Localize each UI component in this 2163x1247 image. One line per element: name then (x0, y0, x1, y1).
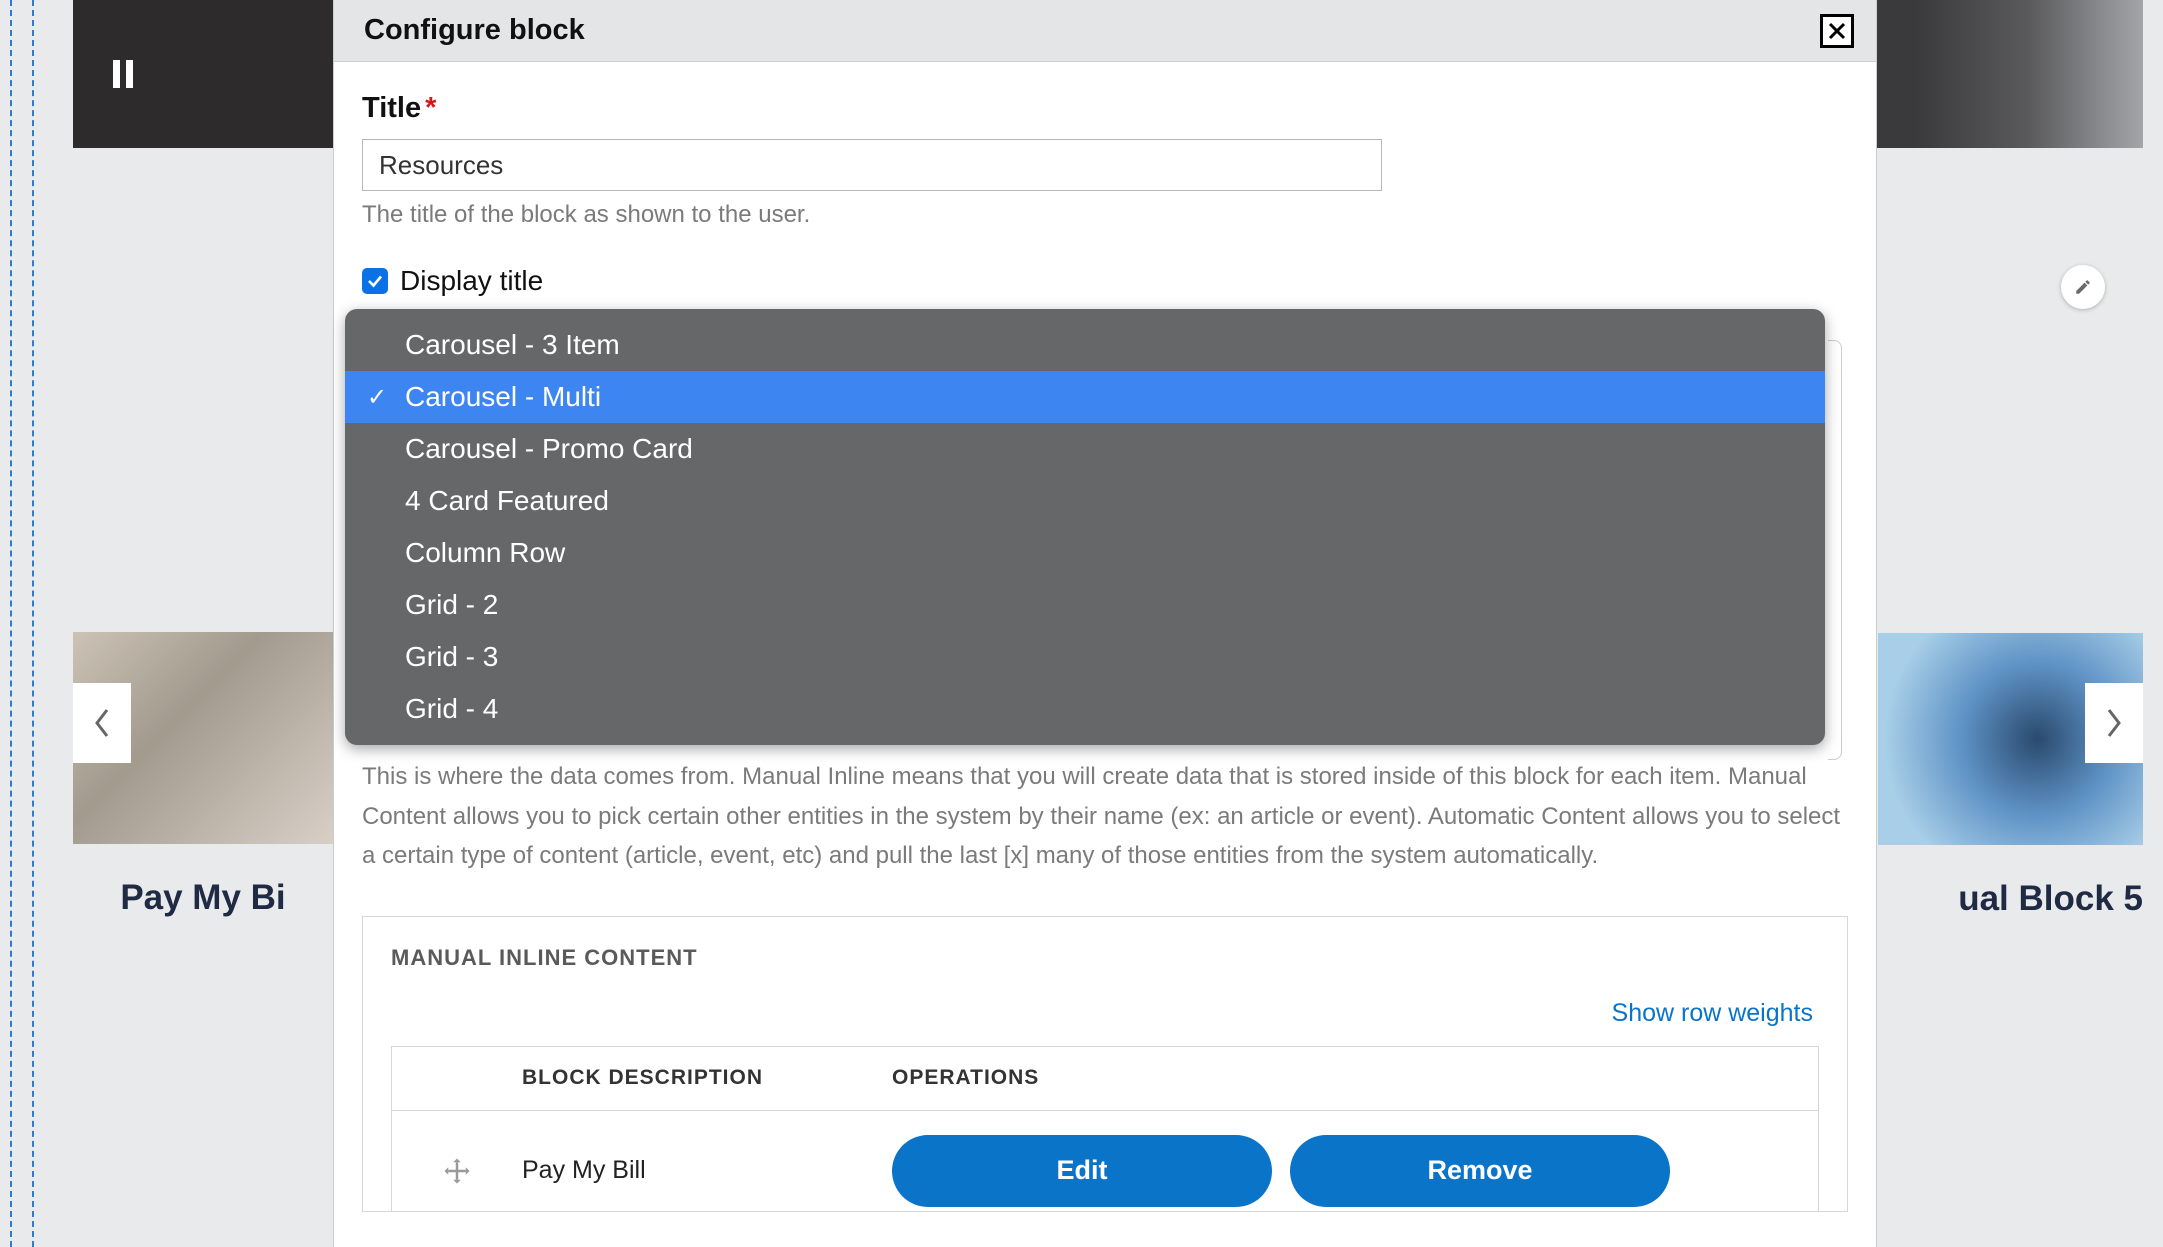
carousel-prev-button[interactable] (73, 683, 131, 763)
table-row: Pay My Bill Edit Remove (392, 1111, 1818, 1211)
data-source-help-text: This is where the data comes from. Manua… (362, 757, 1848, 876)
card-title: ual Block 5 (1878, 879, 2143, 919)
display-title-checkbox[interactable] (362, 268, 388, 294)
carousel-next-button[interactable] (2085, 683, 2143, 763)
dropdown-option[interactable]: 4 Card Featured (345, 475, 1825, 527)
chevron-right-icon (2105, 708, 2123, 738)
title-label: Title (362, 92, 421, 124)
bg-card-pay-my-bill: Pay My Bi (73, 632, 333, 918)
modal-title: Configure block (364, 14, 585, 47)
col-block-description: BLOCK DESCRIPTION (522, 1066, 892, 1090)
edit-section-button[interactable] (2061, 265, 2105, 309)
layout-guide (10, 0, 34, 1247)
dropdown-option[interactable]: Carousel - 3 Item (345, 319, 1825, 371)
dropdown-option[interactable]: Column Row (345, 527, 1825, 579)
dropdown-option[interactable]: Carousel - Promo Card (345, 423, 1825, 475)
modal-header: Configure block (334, 0, 1876, 62)
select-edge (1828, 340, 1842, 760)
dropdown-option[interactable]: Carousel - Multi (345, 371, 1825, 423)
hero-dark-left (73, 0, 333, 148)
show-row-weights-link[interactable]: Show row weights (1612, 999, 1813, 1027)
content-table: BLOCK DESCRIPTION OPERATIONS Pay My Bill… (391, 1046, 1819, 1211)
card-title: Pay My Bi (73, 878, 333, 918)
remove-button[interactable]: Remove (1290, 1135, 1670, 1207)
required-indicator: * (425, 92, 436, 124)
check-icon (366, 272, 384, 290)
chevron-left-icon (93, 708, 111, 738)
bg-card-block-5: ual Block 5 (1878, 633, 2143, 919)
dropdown-option[interactable]: Grid - 4 (345, 683, 1825, 735)
dropdown-option[interactable]: Grid - 2 (345, 579, 1825, 631)
row-description: Pay My Bill (522, 1156, 892, 1185)
close-icon (1827, 21, 1847, 41)
dropdown-option[interactable]: Grid - 3 (345, 631, 1825, 683)
table-header: BLOCK DESCRIPTION OPERATIONS (392, 1047, 1818, 1111)
hero-dark-right (1857, 0, 2143, 148)
close-button[interactable] (1820, 14, 1854, 48)
drag-handle[interactable] (392, 1156, 522, 1186)
pencil-icon (2074, 278, 2092, 296)
col-operations: OPERATIONS (892, 1066, 1818, 1090)
edit-button[interactable]: Edit (892, 1135, 1272, 1207)
title-help-text: The title of the block as shown to the u… (362, 201, 1848, 229)
display-title-label: Display title (400, 265, 543, 297)
title-input[interactable] (362, 139, 1382, 191)
drag-icon (442, 1156, 472, 1186)
fieldset-legend: MANUAL INLINE CONTENT (391, 945, 1819, 971)
pause-icon[interactable] (113, 60, 137, 88)
layout-select-dropdown: Carousel - 3 Item Carousel - Multi Carou… (345, 309, 1825, 745)
manual-inline-content-fieldset: MANUAL INLINE CONTENT Show row weights B… (362, 916, 1848, 1212)
